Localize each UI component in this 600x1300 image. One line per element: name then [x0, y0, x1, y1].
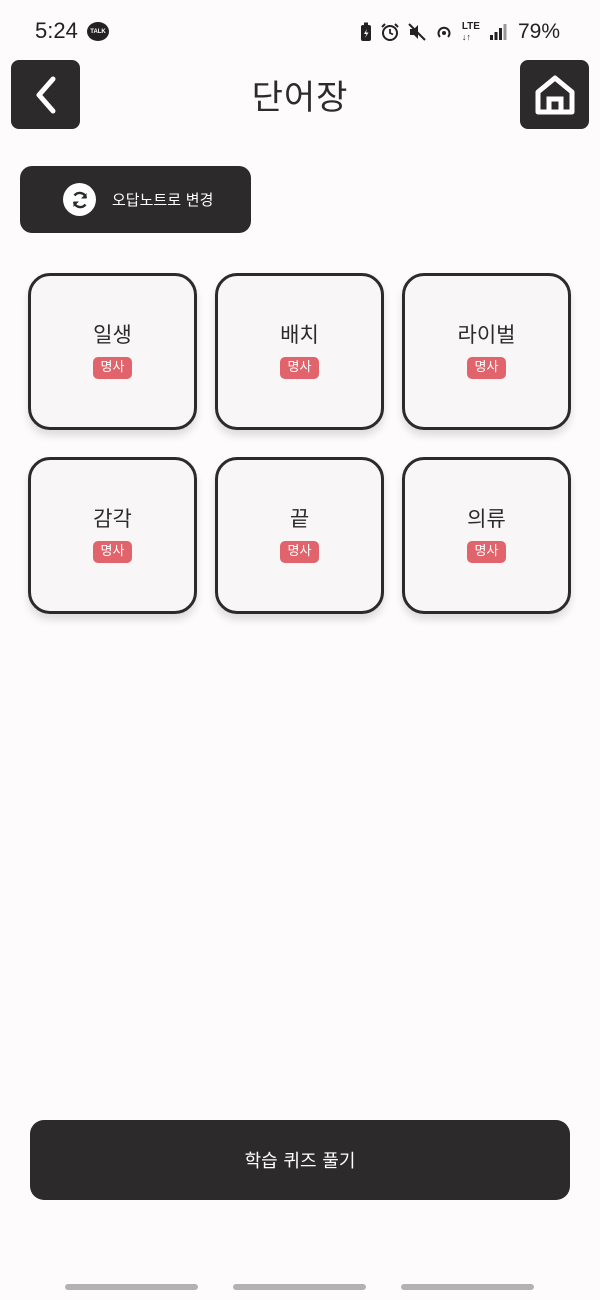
- home-button[interactable]: [520, 60, 589, 129]
- battery-saver-icon: [360, 22, 371, 41]
- word-text: 의류: [467, 507, 506, 531]
- part-of-speech-badge: 명사: [92, 357, 133, 379]
- part-of-speech-badge: 명사: [279, 357, 320, 379]
- mute-icon: [408, 23, 426, 41]
- status-time: 5:24: [35, 18, 78, 43]
- battery-level: 79%: [517, 20, 560, 43]
- word-grid: 일생 명사 배치 명사 라이벌 명사 감각 명사 끝 명사 의류 명사: [28, 273, 572, 614]
- home-icon: [535, 75, 574, 114]
- part-of-speech-badge: 명사: [279, 541, 320, 563]
- hotspot-icon: [437, 26, 451, 38]
- word-card[interactable]: 일생 명사: [28, 273, 197, 430]
- part-of-speech-badge: 명사: [92, 541, 133, 563]
- word-card[interactable]: 감각 명사: [28, 457, 197, 614]
- refresh-icon-wrap: [63, 183, 96, 216]
- part-of-speech-badge: 명사: [466, 541, 507, 563]
- header: 단어장: [0, 60, 600, 130]
- nav-back-button[interactable]: [401, 1284, 534, 1290]
- mode-toggle-label: 오답노트로 변경: [112, 191, 214, 209]
- word-text: 끝: [289, 507, 310, 531]
- start-quiz-label: 학습 퀴즈 풀기: [244, 1151, 356, 1172]
- switch-to-wrong-notes-button[interactable]: 오답노트로 변경: [20, 166, 251, 233]
- word-text: 배치: [280, 323, 319, 347]
- alarm-icon: [381, 23, 399, 41]
- word-text: 라이벌: [457, 323, 516, 347]
- status-bar: 5:24 TALK LTE ↓↑ 79%: [0, 0, 600, 62]
- word-card[interactable]: 라이벌 명사: [402, 273, 571, 430]
- refresh-icon: [72, 191, 87, 208]
- screen: 5:24 TALK LTE ↓↑ 79% 단어장 오답노트로 변경 일생 명사 …: [0, 0, 600, 1300]
- nav-recent-button[interactable]: [65, 1284, 198, 1290]
- page-title: 단어장: [251, 78, 349, 118]
- word-text: 일생: [93, 323, 132, 347]
- system-nav-bar: [0, 1276, 600, 1300]
- signal-icon: [489, 24, 507, 40]
- word-card[interactable]: 배치 명사: [215, 273, 384, 430]
- talk-notification-icon: TALK: [87, 22, 109, 41]
- word-text: 감각: [93, 507, 132, 531]
- status-icons: LTE ↓↑ 79%: [360, 20, 560, 44]
- word-card[interactable]: 의류 명사: [402, 457, 571, 614]
- lte-indicator: LTE ↓↑: [461, 20, 480, 42]
- word-card[interactable]: 끝 명사: [215, 457, 384, 614]
- part-of-speech-badge: 명사: [466, 357, 507, 379]
- lte-label: LTE: [461, 20, 480, 32]
- nav-home-button[interactable]: [233, 1284, 366, 1290]
- start-quiz-button[interactable]: 학습 퀴즈 풀기: [30, 1120, 570, 1200]
